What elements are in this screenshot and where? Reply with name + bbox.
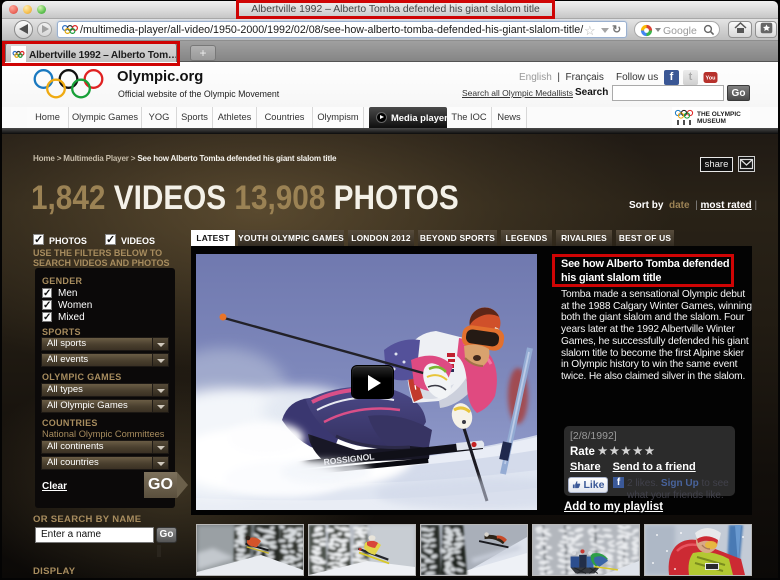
svg-text:You: You bbox=[706, 76, 716, 82]
